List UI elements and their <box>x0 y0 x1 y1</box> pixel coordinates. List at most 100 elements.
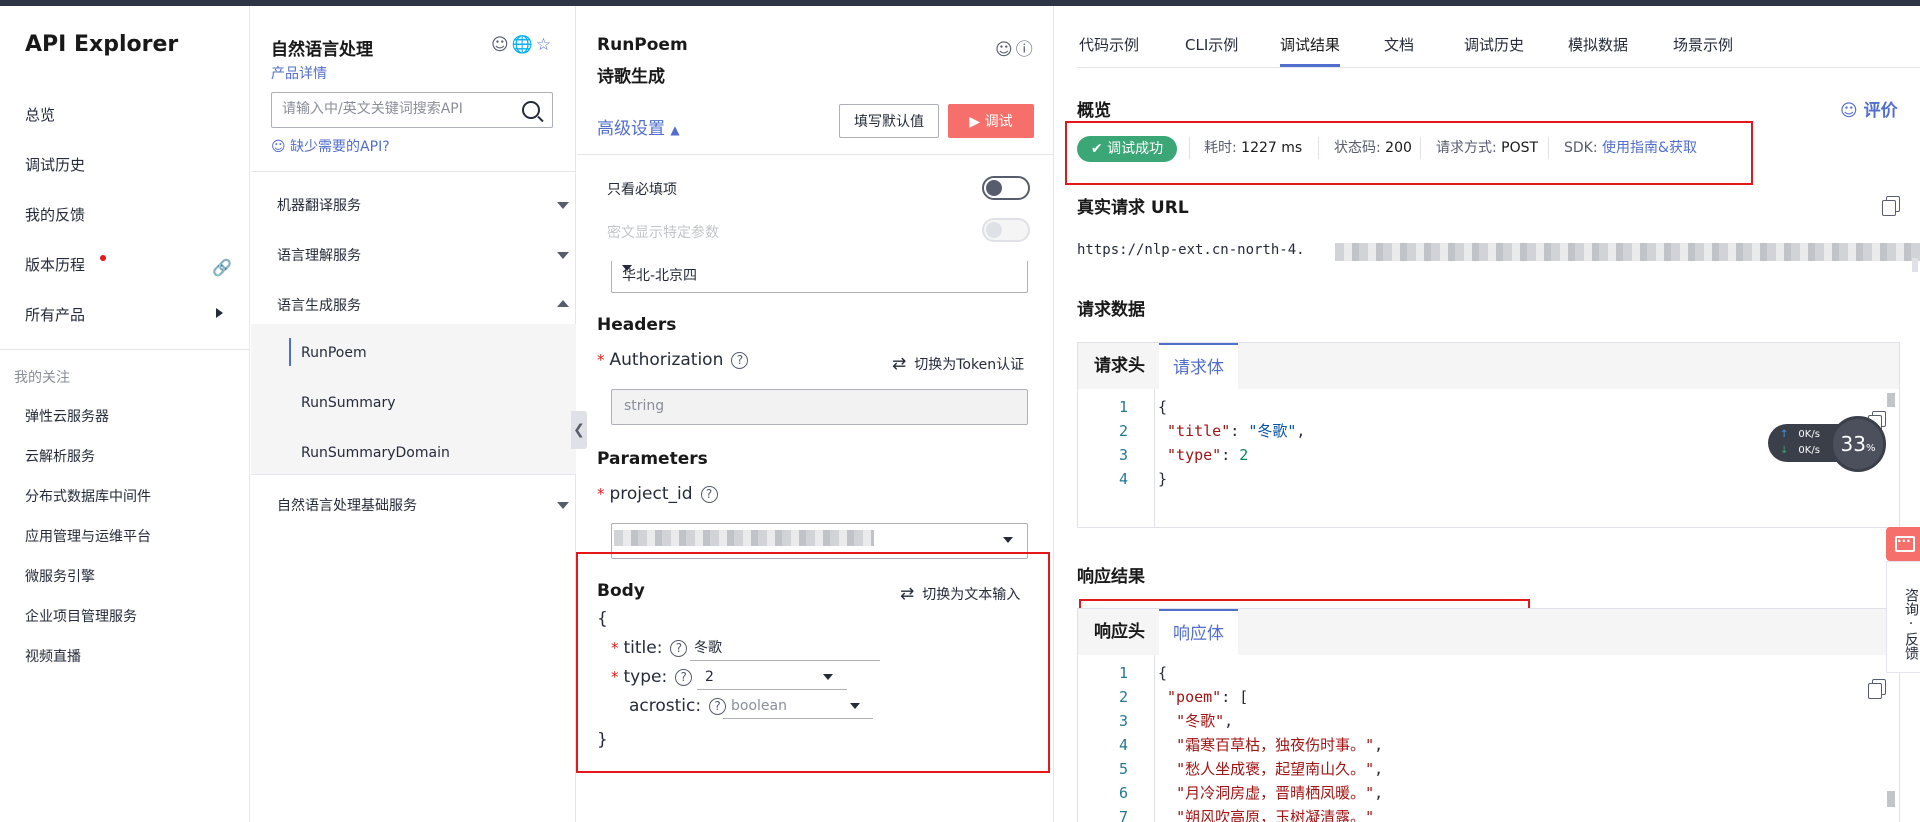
scrollbar[interactable] <box>1887 791 1895 807</box>
copy-icon[interactable] <box>1882 196 1900 216</box>
code-line: 4 "霜寒百草枯，独夜伤时事。", <box>1078 733 1899 757</box>
code-line: 2 "poem": [ <box>1078 685 1899 709</box>
smile-icon[interactable]: ☺ <box>491 35 512 55</box>
advanced-settings-label: 高级设置 <box>597 119 665 139</box>
tab-code-sample[interactable]: 代码示例 <box>1079 34 1139 55</box>
help-icon[interactable]: ? <box>675 669 693 686</box>
scrollbar[interactable] <box>1887 393 1895 407</box>
download-arrow-icon: ↓ <box>1780 445 1789 456</box>
smile-icon[interactable]: ☺ <box>995 40 1016 60</box>
globe-icon[interactable]: 🌐 <box>512 35 536 55</box>
fav-item[interactable]: 微服务引擎 <box>25 566 95 586</box>
switch-token-link[interactable]: ⇄ 切换为Token认证 <box>892 354 1024 374</box>
sub-api-runsummary[interactable]: RunSummary <box>301 395 396 411</box>
advanced-settings-toggle[interactable]: 高级设置 ▲ <box>597 114 680 139</box>
question-icon[interactable]: ⓘ <box>1016 40 1036 60</box>
line-content: "type": 2 <box>1167 446 1249 464</box>
help-icon[interactable]: ? <box>670 640 688 657</box>
region-value: 华北-北京四 <box>622 268 698 284</box>
stat-status-code: 状态码: 200 <box>1334 137 1412 157</box>
fav-item[interactable]: 应用管理与运维平台 <box>25 526 151 546</box>
star-icon[interactable]: ☆ <box>536 35 554 55</box>
fav-item[interactable]: 分布式数据库中间件 <box>25 486 151 506</box>
nav-overview[interactable]: 总览 <box>25 104 55 125</box>
parameters-title: Parameters <box>597 449 708 469</box>
category-nlp-basic[interactable]: 自然语言处理基础服务 <box>277 495 417 515</box>
authorization-input[interactable]: string <box>611 389 1028 425</box>
overview-title: 概览 <box>1077 101 1111 121</box>
line-content: "冬歌", <box>1176 712 1234 730</box>
chevron-up-icon[interactable] <box>557 300 569 307</box>
tab-response-headers[interactable]: 响应头 <box>1080 609 1159 655</box>
network-speed-widget[interactable]: ↑ 0K/s ↓ 0K/s 33% <box>1768 416 1886 472</box>
switch-text-link[interactable]: ⇄ 切换为文本输入 <box>900 584 1020 604</box>
line-number: 4 <box>1118 470 1128 488</box>
nav-my-feedback[interactable]: 我的反馈 <box>25 204 85 225</box>
title-field-text: title: <box>623 638 663 658</box>
feedback-button[interactable]: 咨询·反馈 <box>1886 561 1920 673</box>
help-icon[interactable]: ? <box>731 352 749 369</box>
required-star: * <box>597 351 605 369</box>
line-content: "poem": [ <box>1167 688 1249 706</box>
tab-scenario-sample[interactable]: 场景示例 <box>1673 34 1733 55</box>
tab-debug-result[interactable]: 调试结果 <box>1280 34 1340 55</box>
nav-version-history[interactable]: 版本历程 <box>25 254 85 275</box>
nav-all-products[interactable]: 所有产品 <box>25 304 85 325</box>
redacted-url <box>1335 243 1920 261</box>
fav-item[interactable]: 弹性云服务器 <box>25 406 109 426</box>
chevron-down-icon[interactable] <box>557 202 569 209</box>
fill-default-button[interactable]: 填写默认值 <box>839 104 939 138</box>
missing-api-link[interactable]: ☺ 缺少需要的API? <box>271 136 390 156</box>
tab-response-body[interactable]: 响应体 <box>1159 609 1238 655</box>
scroll-marker <box>1912 258 1918 272</box>
fav-item[interactable]: 视频直播 <box>25 646 81 666</box>
collapse-handle[interactable]: ❮ <box>571 411 587 449</box>
body-brace-close: } <box>597 730 608 750</box>
rate-link[interactable]: ☺ 评价 <box>1840 96 1898 121</box>
tab-debug-history[interactable]: 调试历史 <box>1464 34 1524 55</box>
sub-api-runsummarydomain[interactable]: RunSummaryDomain <box>301 445 450 461</box>
smile-icon: ☺ <box>1840 101 1858 121</box>
help-icon[interactable]: ? <box>700 486 718 503</box>
line-number: 2 <box>1118 688 1128 706</box>
copy-icon[interactable] <box>1868 679 1886 699</box>
fav-item[interactable]: 云解析服务 <box>25 446 95 466</box>
nav-debug-history[interactable]: 调试历史 <box>25 154 85 175</box>
chevron-down-icon[interactable] <box>557 502 569 509</box>
chevron-down-icon[interactable] <box>557 252 569 259</box>
project-id-label: * project_id? <box>597 484 718 504</box>
fav-item[interactable]: 企业项目管理服务 <box>25 606 137 626</box>
debug-label: 调试 <box>984 114 1013 130</box>
usage-percent-unit: % <box>1865 443 1876 454</box>
authorization-text: Authorization <box>609 350 724 370</box>
search-icon[interactable] <box>522 101 540 119</box>
secret-params-toggle[interactable] <box>982 218 1030 242</box>
link-icon[interactable]: 🔗 <box>212 258 232 277</box>
title-input[interactable]: 冬歌 <box>690 635 880 661</box>
category-language-generation[interactable]: 语言生成服务 <box>277 295 361 315</box>
chevron-right-icon <box>216 308 223 318</box>
required-only-toggle[interactable] <box>982 176 1030 200</box>
tab-docs[interactable]: 文档 <box>1384 34 1414 55</box>
line-number: 4 <box>1118 736 1128 754</box>
tab-mock-data[interactable]: 模拟数据 <box>1568 34 1628 55</box>
upload-speed: ↑ 0K/s <box>1780 429 1820 440</box>
sdk-guide-link[interactable]: 使用指南&获取 <box>1602 140 1697 156</box>
tab-request-headers[interactable]: 请求头 <box>1080 343 1159 389</box>
rate-label: 评价 <box>1863 101 1898 121</box>
feedback-icon[interactable] <box>1886 527 1920 561</box>
tab-request-body[interactable]: 请求体 <box>1159 343 1238 389</box>
required-star: * <box>611 668 619 686</box>
category-language-understanding[interactable]: 语言理解服务 <box>277 245 361 265</box>
tab-cli-sample[interactable]: CLI示例 <box>1185 34 1238 55</box>
product-detail-link[interactable]: 产品详情 <box>271 63 327 83</box>
category-machine-translation[interactable]: 机器翻译服务 <box>277 195 361 215</box>
region-select[interactable]: 华北-北京四 <box>611 261 1028 293</box>
debug-button[interactable]: ▶ 调试 <box>948 104 1034 138</box>
body-title: Body <box>597 581 645 601</box>
status-code-value: 200 <box>1385 140 1412 156</box>
smile-icon: ☺ <box>271 139 286 155</box>
line-content: "霜寒百草枯，独夜伤时事。", <box>1176 736 1384 754</box>
api-search-input[interactable] <box>282 101 512 117</box>
sub-api-runpoem[interactable]: RunPoem <box>301 345 367 361</box>
